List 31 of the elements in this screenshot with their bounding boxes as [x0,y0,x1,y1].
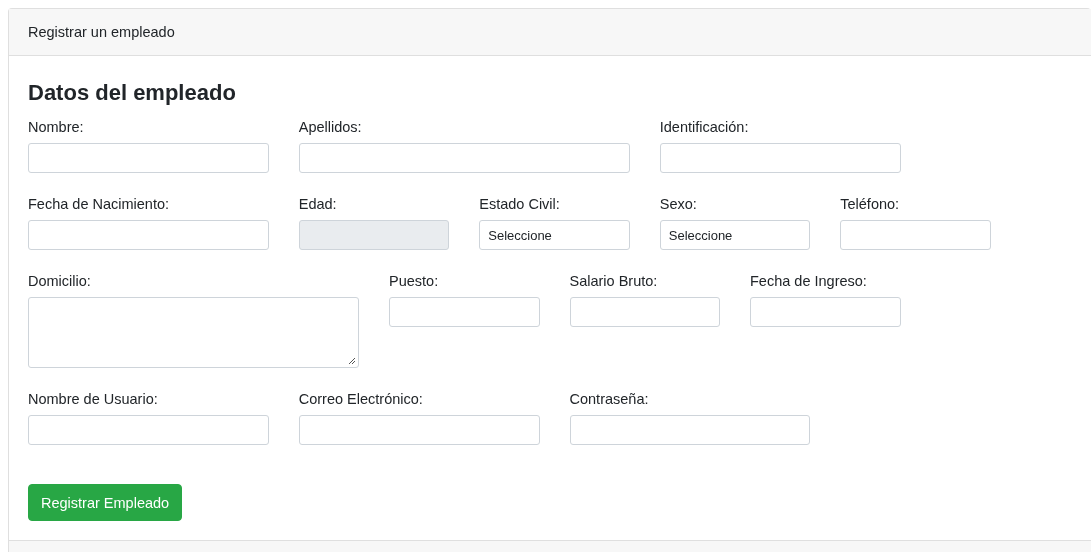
field-label: Correo Electrónico: [298,390,423,409]
field-label: Fecha de Ingreso: [750,272,867,291]
card-header-title: Registrar un empleado [28,24,175,40]
input-field[interactable] [28,143,269,173]
field-label: Salario Bruto: [569,272,658,291]
input-field[interactable] [298,415,540,445]
field-label: Contraseña: [569,390,649,409]
field-label: Identificación: [659,118,749,137]
input-field[interactable] [840,220,991,250]
field-label: Teléfono: [840,195,900,214]
input-field[interactable] [659,143,901,173]
field-label: Fecha de Nacimiento: [28,195,170,214]
input-field[interactable] [28,220,269,250]
field-label: Sexo: [659,195,697,214]
input-field[interactable] [569,415,811,445]
field-label: Nombre: [28,118,84,137]
input-field[interactable] [389,297,540,327]
field-label: Edad: [298,195,337,214]
section-title: Datos del empleado [28,79,237,107]
field-label: Nombre de Usuario: [28,390,158,409]
field-label: Domicilio: [28,272,91,291]
select-field[interactable]: Seleccione [479,220,630,250]
field-label: Apellidos: [298,118,362,137]
input-field[interactable] [28,415,269,445]
select-field[interactable]: Seleccione [659,220,811,250]
input-field[interactable] [569,297,720,327]
input-field[interactable] [298,143,630,173]
field-label: Puesto: [389,272,439,291]
input-field[interactable] [750,297,901,327]
resize-handle-icon[interactable] [348,357,356,365]
field-label: Estado Civil: [479,195,560,214]
